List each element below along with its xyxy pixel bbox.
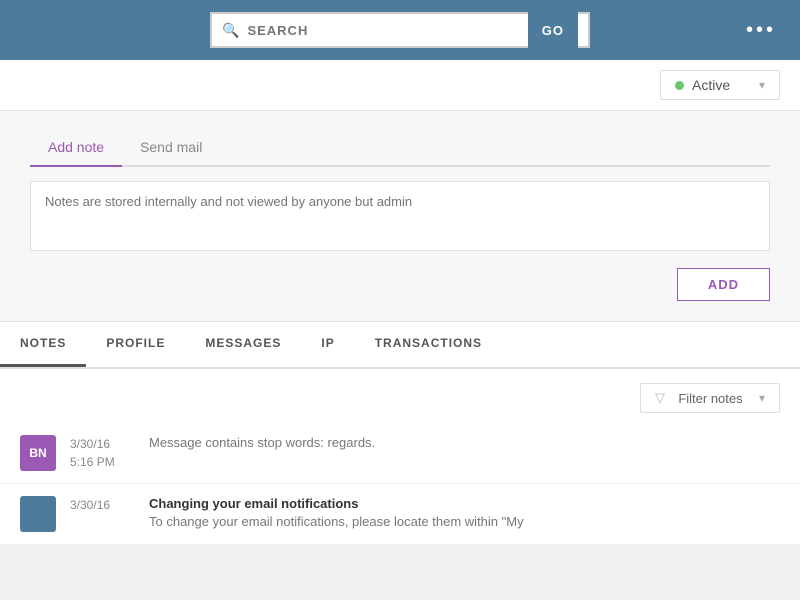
status-dropdown[interactable]: Active ▾ xyxy=(660,70,780,100)
filter-row: ▽ Filter notes ▾ xyxy=(0,369,800,423)
status-bar: Active ▾ xyxy=(0,60,800,111)
filter-label: Filter notes xyxy=(678,391,742,406)
note-text: Message contains stop words: regards. xyxy=(149,435,780,450)
note-text: To change your email notifications, plea… xyxy=(149,514,780,529)
status-dot xyxy=(675,81,684,90)
go-button[interactable]: GO xyxy=(528,12,578,48)
note-textarea[interactable] xyxy=(30,181,770,251)
filter-chevron-icon: ▾ xyxy=(759,391,765,405)
status-label: Active xyxy=(692,77,749,93)
note-date: 3/30/165:16 PM xyxy=(70,435,135,471)
search-input[interactable] xyxy=(247,23,527,38)
chevron-down-icon: ▾ xyxy=(759,78,765,92)
bottom-tabs: NOTES PROFILE MESSAGES IP TRANSACTIONS xyxy=(0,322,800,369)
tab-messages[interactable]: MESSAGES xyxy=(185,322,301,367)
tab-transactions[interactable]: TRANSACTIONS xyxy=(355,322,502,367)
filter-icon: ▽ xyxy=(655,390,665,406)
add-note-button[interactable]: ADD xyxy=(677,268,770,301)
note-content: Message contains stop words: regards. xyxy=(149,435,780,450)
notes-list: ▽ Filter notes ▾ BN 3/30/165:16 PM Messa… xyxy=(0,369,800,545)
tab-add-note[interactable]: Add note xyxy=(30,131,122,167)
tab-notes[interactable]: NOTES xyxy=(0,322,86,367)
note-date: 3/30/16 xyxy=(70,496,135,514)
tab-send-mail[interactable]: Send mail xyxy=(122,131,220,167)
search-icon: 🔍 xyxy=(222,22,239,39)
note-item: BN 3/30/165:16 PM Message contains stop … xyxy=(0,423,800,484)
note-tabs: Add note Send mail xyxy=(30,131,770,167)
avatar: BN xyxy=(20,435,56,471)
search-bar: 🔍 GO xyxy=(210,12,590,48)
note-title: Changing your email notifications xyxy=(149,496,780,511)
note-item: 3/30/16 Changing your email notification… xyxy=(0,484,800,545)
note-panel: Add note Send mail ADD xyxy=(0,111,800,322)
filter-dropdown[interactable]: ▽ Filter notes ▾ xyxy=(640,383,780,413)
more-menu-button[interactable]: ••• xyxy=(746,19,776,42)
note-content: Changing your email notifications To cha… xyxy=(149,496,780,529)
tab-ip[interactable]: IP xyxy=(301,322,354,367)
avatar xyxy=(20,496,56,532)
tab-profile[interactable]: PROFILE xyxy=(86,322,185,367)
header: 🔍 GO ••• xyxy=(0,0,800,60)
